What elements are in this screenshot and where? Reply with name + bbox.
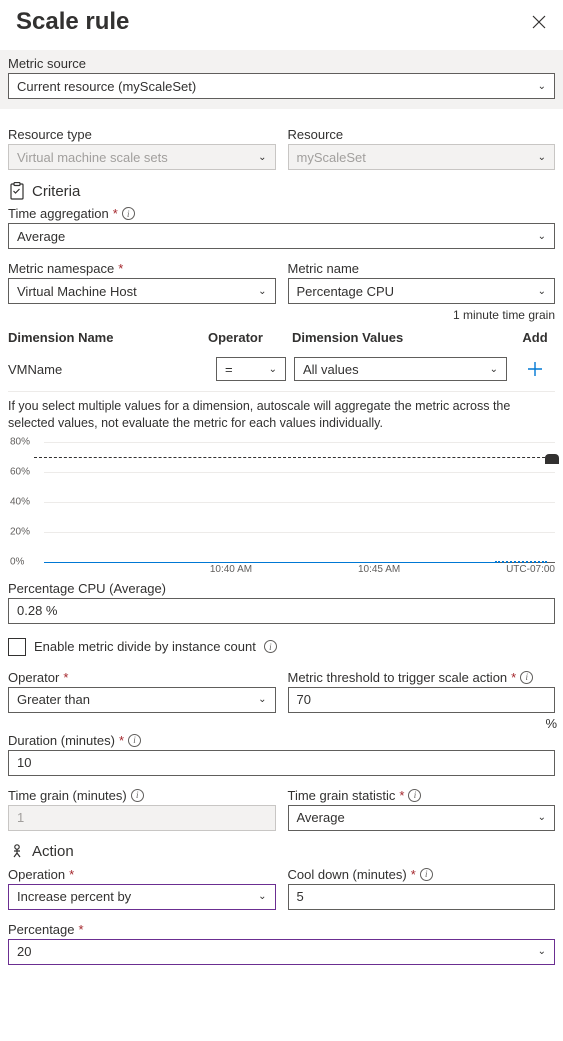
operator-value: Greater than <box>17 692 90 707</box>
chart-xtick: 10:45 AM <box>358 564 400 575</box>
info-icon[interactable]: i <box>420 868 433 881</box>
resource-type-value: Virtual machine scale sets <box>17 150 168 165</box>
time-grain-note: 1 minute time grain <box>8 308 555 322</box>
criteria-title: Criteria <box>32 183 80 200</box>
metric-name-value: Percentage CPU <box>297 284 395 299</box>
action-heading: Action <box>8 843 555 861</box>
cooldown-label: Cool down (minutes) * i <box>288 867 556 882</box>
threshold-input[interactable]: 70 <box>288 687 556 713</box>
dim-header-val: Dimension Values <box>278 330 515 345</box>
metric-name-select[interactable]: Percentage CPU ⌄ <box>288 278 556 304</box>
chevron-down-icon: ⌄ <box>490 364 498 375</box>
info-icon[interactable]: i <box>408 789 421 802</box>
time-grain-input: 1 <box>8 805 276 831</box>
resource-type-select: Virtual machine scale sets ⌄ <box>8 144 276 170</box>
resource-type-label: Resource type <box>8 127 276 142</box>
metric-namespace-value: Virtual Machine Host <box>17 284 137 299</box>
time-grain-stat-select[interactable]: Average ⌄ <box>288 805 556 831</box>
chevron-down-icon: ⌄ <box>258 694 266 705</box>
chevron-down-icon: ⌄ <box>538 812 546 823</box>
panel-title: Scale rule <box>16 8 129 36</box>
time-aggregation-label: Time aggregation * i <box>8 206 555 221</box>
chart-ytick: 60% <box>10 466 30 477</box>
criteria-heading: Criteria <box>8 182 555 200</box>
resource-select: myScaleSet ⌄ <box>288 144 556 170</box>
chevron-down-icon: ⌄ <box>538 231 546 242</box>
dimension-row: VMName = ⌄ All values ⌄ <box>8 351 555 392</box>
operation-label: Operation * <box>8 867 276 882</box>
operator-label: Operator * <box>8 670 276 685</box>
close-icon[interactable] <box>531 14 547 30</box>
info-icon[interactable]: i <box>131 789 144 802</box>
operation-value: Increase percent by <box>17 889 131 904</box>
time-aggregation-value: Average <box>17 229 65 244</box>
percentage-input[interactable]: 20 ⌄ <box>8 939 555 965</box>
time-grain-label: Time grain (minutes) i <box>8 788 276 803</box>
dimension-operator-value: = <box>225 362 233 377</box>
duration-input[interactable]: 10 <box>8 750 555 776</box>
chart-ytick: 40% <box>10 496 30 507</box>
chart-ytick: 0% <box>10 556 24 567</box>
action-icon <box>8 843 26 861</box>
chevron-down-icon: ⌄ <box>538 81 546 92</box>
chart-xtick: 10:40 AM <box>210 564 252 575</box>
info-icon[interactable]: i <box>264 640 277 653</box>
dim-header-op: Operator <box>208 330 278 345</box>
info-icon[interactable]: i <box>128 734 141 747</box>
metric-chart: 80% 60% 40% 20% 0% <box>44 442 555 562</box>
chevron-down-icon: ⌄ <box>269 364 277 375</box>
dim-header-add: Add <box>515 330 555 345</box>
dimension-name: VMName <box>8 362 208 377</box>
resource-value: myScaleSet <box>297 150 366 165</box>
percentage-label: Percentage * <box>8 922 555 937</box>
metric-readout-label: Percentage CPU (Average) <box>8 581 555 596</box>
chart-ytick: 20% <box>10 526 30 537</box>
chart-ytick: 80% <box>10 436 30 447</box>
divide-by-instance-label: Enable metric divide by instance count <box>34 639 256 654</box>
chevron-down-icon: ⌄ <box>538 946 546 957</box>
chevron-down-icon: ⌄ <box>258 891 266 902</box>
dimension-values-select[interactable]: All values ⌄ <box>294 357 507 381</box>
chevron-down-icon: ⌄ <box>538 286 546 297</box>
chevron-down-icon: ⌄ <box>538 152 546 163</box>
chart-tz: UTC-07:00 <box>506 564 555 575</box>
metric-source-band: Metric source Current resource (myScaleS… <box>0 50 563 109</box>
dimensions-table: Dimension Name Operator Dimension Values… <box>8 324 555 392</box>
chevron-down-icon: ⌄ <box>258 286 266 297</box>
time-aggregation-select[interactable]: Average ⌄ <box>8 223 555 249</box>
dim-header-name: Dimension Name <box>8 330 208 345</box>
operation-select[interactable]: Increase percent by ⌄ <box>8 884 276 910</box>
dimension-values-value: All values <box>303 362 359 377</box>
metric-readout-value: 0.28 % <box>8 598 555 624</box>
chart-threshold-line <box>34 457 555 458</box>
threshold-label: Metric threshold to trigger scale action… <box>288 670 556 685</box>
action-title: Action <box>32 843 74 860</box>
divide-by-instance-checkbox[interactable] <box>8 638 26 656</box>
info-icon[interactable]: i <box>520 671 533 684</box>
panel-header: Scale rule <box>8 0 555 50</box>
chevron-down-icon: ⌄ <box>258 152 266 163</box>
time-grain-stat-value: Average <box>297 810 345 825</box>
operator-select[interactable]: Greater than ⌄ <box>8 687 276 713</box>
metric-namespace-select[interactable]: Virtual Machine Host ⌄ <box>8 278 276 304</box>
metric-namespace-label: Metric namespace * <box>8 261 276 276</box>
time-grain-stat-label: Time grain statistic * i <box>288 788 556 803</box>
info-icon[interactable]: i <box>122 207 135 220</box>
metric-source-value: Current resource (myScaleSet) <box>17 79 196 94</box>
metric-source-select[interactable]: Current resource (myScaleSet) ⌄ <box>8 73 555 99</box>
resource-label: Resource <box>288 127 556 142</box>
metric-name-label: Metric name <box>288 261 556 276</box>
dimension-hint: If you select multiple values for a dime… <box>8 398 555 432</box>
threshold-unit: % <box>545 716 557 731</box>
cooldown-input[interactable]: 5 <box>288 884 556 910</box>
duration-label: Duration (minutes) * i <box>8 733 555 748</box>
chart-series-line <box>44 562 495 563</box>
add-dimension-button[interactable] <box>523 357 547 381</box>
dimension-operator-select[interactable]: = ⌄ <box>216 357 286 381</box>
clipboard-icon <box>8 182 26 200</box>
metric-source-label: Metric source <box>8 56 555 71</box>
